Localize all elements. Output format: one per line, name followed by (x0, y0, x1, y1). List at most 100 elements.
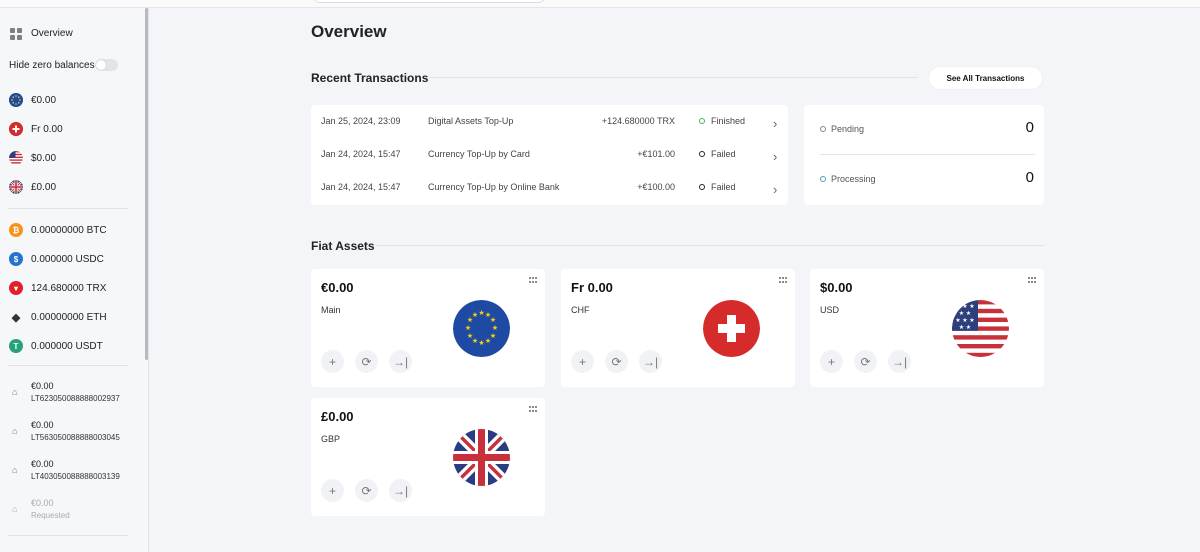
account-iban: LT403050088888003139 (31, 472, 120, 481)
fiat-asset-card-usd[interactable]: $0.00 USD ★ ★ ★ ★ ★ ★ ★ ★ ★ ★ + ⟳ →| (810, 269, 1044, 387)
fiat-asset-card-chf[interactable]: Fr 0.00 CHF + ⟳ →| (561, 269, 795, 387)
sidebar-item-gbp[interactable]: £0.00 (0, 178, 140, 196)
sidebar-item-eur[interactable]: €0.00 (0, 91, 140, 109)
sidebar-item-trx[interactable]: ▾ 124.680000 TRX (0, 279, 140, 297)
sidebar-item-label: Overview (31, 27, 73, 39)
transactions-card: Jan 25, 2024, 23:09 Digital Assets Top-U… (311, 105, 788, 205)
status-dot-icon (699, 118, 705, 124)
svg-text:★: ★ (962, 317, 967, 324)
transaction-status: Failed (711, 149, 736, 159)
hide-zero-toggle[interactable] (95, 59, 118, 71)
account-item[interactable]: ⌂ €0.00 LT563050088888003045 (0, 420, 140, 448)
eu-flag-icon (9, 93, 23, 107)
sidebar-item-btc[interactable]: ₿ 0.00000000 BTC (0, 221, 140, 239)
account-amount: €0.00 (31, 459, 54, 469)
sidebar-item-label: 0.00000000 BTC (31, 224, 107, 236)
asset-label: GBP (321, 434, 341, 444)
asset-amount: Fr 0.00 (571, 280, 613, 295)
divider (430, 77, 918, 78)
svg-text:★: ★ (969, 317, 974, 324)
transfer-icon[interactable]: →| (389, 350, 412, 373)
exchange-icon[interactable]: ⟳ (355, 479, 378, 502)
chevron-right-icon: › (773, 182, 778, 197)
fiat-asset-card-eur[interactable]: €0.00 Main ★ ★ ★ ★ ★ ★ ★ ★ ★ ★ ★ ★ + ⟳ →| (311, 269, 545, 387)
transaction-row[interactable]: Jan 25, 2024, 23:09 Digital Assets Top-U… (311, 105, 788, 138)
sidebar-item-label: 0.000000 USDC (31, 253, 104, 265)
transfer-icon[interactable]: →| (639, 350, 662, 373)
svg-text:★: ★ (955, 317, 960, 324)
swiss-flag-icon (703, 300, 760, 357)
exchange-icon[interactable]: ⟳ (854, 350, 877, 373)
svg-text:★: ★ (966, 310, 971, 317)
processing-stat[interactable]: Processing 0 (804, 155, 1044, 203)
svg-text:★: ★ (478, 339, 484, 347)
account-item-requested[interactable]: ⌂ €0.00 Requested (0, 498, 140, 526)
account-amount: €0.00 (31, 498, 54, 508)
search-bar-edge[interactable] (312, 0, 546, 3)
sidebar-item-overview[interactable]: Overview (22, 21, 162, 45)
transaction-row[interactable]: Jan 24, 2024, 15:47 Currency Top-Up by C… (311, 138, 788, 171)
svg-text:★: ★ (955, 303, 960, 310)
bank-icon: ⌂ (12, 504, 18, 514)
svg-text:★: ★ (492, 324, 498, 332)
sidebar-item-usdt[interactable]: T 0.000000 USDT (0, 337, 140, 355)
asset-amount: £0.00 (321, 409, 354, 424)
add-icon[interactable]: + (820, 350, 843, 373)
stat-value: 0 (1025, 119, 1034, 136)
bank-icon: ⌂ (12, 426, 18, 436)
fiat-assets-title: Fiat Assets (311, 239, 375, 253)
account-iban: LT623050088888002937 (31, 394, 120, 403)
svg-text:★: ★ (478, 309, 484, 317)
swiss-flag-icon (9, 122, 23, 136)
sidebar-item-eth[interactable]: ◆ 0.00000000 ETH (0, 308, 140, 326)
svg-text:★: ★ (969, 303, 974, 310)
stat-value: 0 (1025, 169, 1034, 186)
pending-stat[interactable]: Pending 0 (804, 105, 1044, 153)
stat-label: Pending (831, 124, 865, 134)
btc-icon: ₿ (9, 223, 23, 237)
account-item[interactable]: ⌂ €0.00 LT623050088888002937 (0, 381, 140, 409)
bank-icon: ⌂ (12, 465, 18, 475)
drag-handle-icon[interactable] (529, 277, 537, 284)
divider (375, 245, 1045, 246)
chevron-right-icon: › (773, 149, 778, 164)
sidebar-item-chf[interactable]: Fr 0.00 (0, 120, 140, 138)
sidebar-item-usd[interactable]: $0.00 (0, 149, 140, 167)
uk-flag-icon (9, 180, 23, 194)
asset-label: USD (820, 305, 840, 315)
account-status: Requested (31, 511, 70, 520)
transfer-icon[interactable]: →| (888, 350, 911, 373)
add-icon[interactable]: + (321, 479, 344, 502)
see-all-transactions-button[interactable]: See All Transactions (929, 67, 1042, 89)
add-icon[interactable]: + (321, 350, 344, 373)
sidebar-item-label: 0.00000000 ETH (31, 311, 107, 323)
usdc-icon: $ (9, 252, 23, 266)
transfer-icon[interactable]: →| (389, 479, 412, 502)
fiat-asset-card-gbp[interactable]: £0.00 GBP + ⟳ →| (311, 398, 545, 516)
sidebar-item-label: €0.00 (31, 94, 57, 106)
account-item[interactable]: ⌂ €0.00 LT403050088888003139 (0, 459, 140, 487)
svg-text:★: ★ (467, 332, 473, 340)
drag-handle-icon[interactable] (529, 406, 537, 413)
drag-handle-icon[interactable] (779, 277, 787, 284)
add-icon[interactable]: + (571, 350, 594, 373)
us-flag-icon: ★ ★ ★ ★ ★ ★ ★ ★ ★ ★ (952, 300, 1009, 357)
sidebar-item-label: 124.680000 TRX (31, 282, 107, 294)
transaction-amount: +€101.00 (637, 149, 675, 159)
recent-transactions-title: Recent Transactions (311, 71, 429, 85)
transaction-description: Currency Top-Up by Card (428, 149, 530, 159)
bank-icon: ⌂ (12, 387, 18, 397)
top-bar (0, 0, 1200, 8)
sidebar-scrollbar[interactable] (145, 8, 148, 360)
transaction-description: Digital Assets Top-Up (428, 116, 514, 126)
uk-flag-icon (453, 429, 510, 486)
exchange-icon[interactable]: ⟳ (605, 350, 628, 373)
exchange-icon[interactable]: ⟳ (355, 350, 378, 373)
sidebar-item-label: Fr 0.00 (31, 123, 63, 135)
drag-handle-icon[interactable] (1028, 277, 1036, 284)
transaction-description: Currency Top-Up by Online Bank (428, 182, 560, 192)
sidebar-item-usdc[interactable]: $ 0.000000 USDC (0, 250, 140, 268)
status-dot-icon (699, 184, 705, 190)
transaction-date: Jan 24, 2024, 15:47 (321, 149, 401, 159)
transaction-row[interactable]: Jan 24, 2024, 15:47 Currency Top-Up by O… (311, 171, 788, 204)
